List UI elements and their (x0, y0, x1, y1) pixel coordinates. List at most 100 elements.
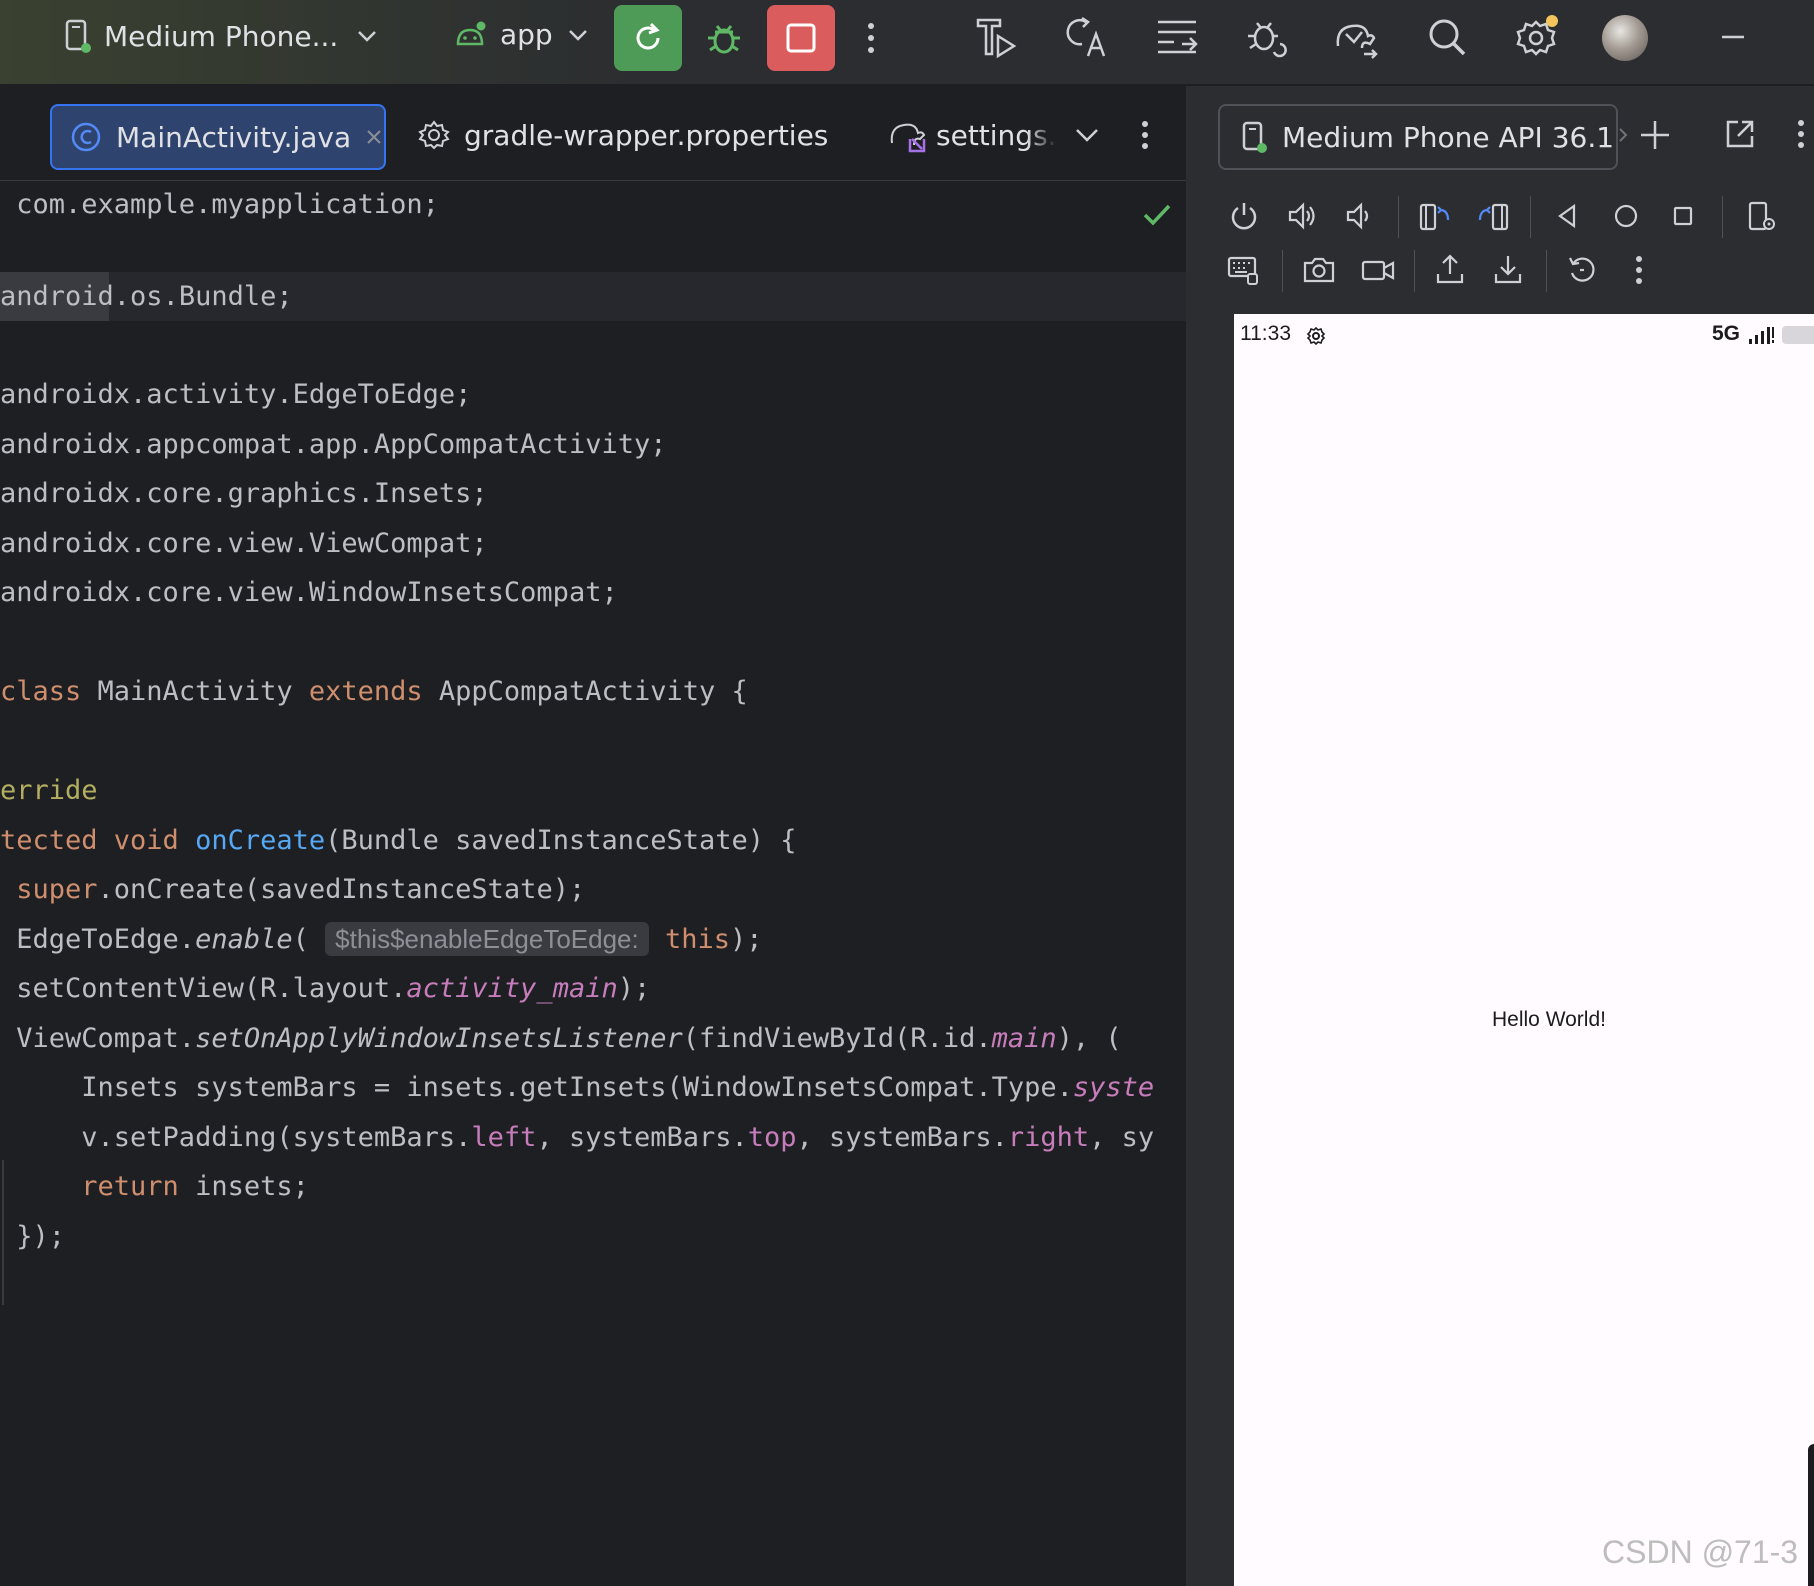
device-selector[interactable]: Medium Phone... (62, 18, 378, 54)
back-icon (1554, 202, 1580, 230)
search-button[interactable] (1426, 16, 1468, 58)
code-method: onCreate (195, 825, 326, 856)
screenshot-button[interactable] (1302, 254, 1336, 290)
code-keyword: class (0, 676, 82, 707)
debug-button[interactable] (704, 18, 744, 58)
volume-up-button[interactable] (1286, 200, 1318, 236)
layout-inspector-button[interactable] (1154, 14, 1200, 60)
run-config-label: app (500, 18, 553, 51)
home-button[interactable] (1612, 202, 1640, 234)
volume-down-button[interactable] (1344, 200, 1376, 236)
minimize-button[interactable] (1720, 24, 1746, 50)
rerun-button[interactable] (614, 5, 682, 71)
more-vert-icon (1796, 118, 1806, 150)
virtual-keyboard-button[interactable] (1226, 254, 1260, 290)
layout-icon (1154, 14, 1200, 60)
code-text: EdgeToEdge. (0, 924, 196, 955)
gear-icon (418, 119, 450, 151)
more-vert-icon (1140, 119, 1150, 151)
editor-more-button[interactable] (1140, 104, 1150, 166)
code-text: ), ( (1056, 1023, 1122, 1054)
tab-settings[interactable]: settings. (888, 104, 1057, 166)
power-button[interactable] (1228, 200, 1260, 236)
lambda-guide (2, 1160, 4, 1305)
code-line: v.setPadding(systemBars.left, systemBars… (0, 1113, 1154, 1162)
more-vert-icon (1634, 254, 1644, 286)
device-settings-icon (1746, 200, 1778, 234)
hello-world-text: Hello World! (1492, 1008, 1606, 1031)
camera-icon (1302, 254, 1336, 286)
close-icon[interactable] (365, 128, 383, 146)
upload-button[interactable] (1434, 252, 1466, 290)
rotate-right-icon (1476, 200, 1510, 232)
code-line: ViewCompat.setOnApplyWindowInsetsListene… (0, 1014, 1122, 1063)
profile-run-icon (974, 14, 1020, 60)
device-selector-label: Medium Phone... (104, 19, 339, 53)
gradle-elephant-icon (888, 117, 928, 153)
tab-overflow-arrow[interactable] (1618, 126, 1628, 144)
avatar[interactable] (1602, 15, 1648, 61)
volume-up-icon (1286, 200, 1318, 232)
code-keyword: tected void (0, 825, 196, 856)
rotate-left-icon (1418, 200, 1452, 232)
tab-main-activity[interactable]: MainActivity.java (50, 104, 386, 170)
code-line: android.os.Bundle; (0, 272, 293, 321)
code-field: activity_main (406, 973, 618, 1004)
code-line: erride (0, 766, 98, 815)
settings-button[interactable] (1514, 14, 1560, 60)
stop-button[interactable] (767, 5, 835, 71)
run-config-selector[interactable]: app (454, 18, 589, 51)
phone-frame-edge (1808, 1444, 1814, 1586)
upload-icon (1434, 252, 1466, 286)
status-time: 11:33 (1240, 322, 1291, 346)
download-button[interactable] (1492, 252, 1524, 290)
code-text: (Bundle savedInstanceState) { (325, 825, 797, 856)
watermark: CSDN @71-3 (1602, 1534, 1799, 1570)
overview-button[interactable] (1670, 202, 1696, 234)
minimize-icon (1720, 24, 1746, 50)
chevron-down-icon (356, 29, 378, 43)
code-editor: MainActivity.java gradle-wrapper.propert… (0, 86, 1186, 1586)
main-toolbar: Medium Phone... app (0, 0, 1814, 85)
code-field: main (991, 1023, 1057, 1054)
gradle-sync-button[interactable] (1332, 14, 1380, 60)
tab-gradle-wrapper[interactable]: gradle-wrapper.properties (418, 104, 828, 166)
back-button[interactable] (1554, 202, 1580, 234)
code-text: AppCompatActivity { (422, 676, 748, 707)
add-device-button[interactable] (1638, 118, 1672, 152)
code-line: super.onCreate(savedInstanceState); (0, 865, 585, 914)
running-devices-panel: Medium Phone API 36.1 11:33 5G Hello Wor… (1198, 86, 1814, 1586)
translate-button[interactable] (1064, 14, 1110, 60)
code-field: right (1007, 1122, 1090, 1153)
elephant-sync-icon (1332, 14, 1380, 60)
tab-label: settings. (936, 118, 1057, 152)
panel-divider[interactable] (1186, 86, 1198, 1586)
rotate-right-button[interactable] (1476, 200, 1510, 236)
tab-overflow-button[interactable] (1074, 104, 1100, 166)
device-settings-button[interactable] (1746, 200, 1778, 238)
external-window-icon (1724, 118, 1756, 150)
snapshot-restore-button[interactable] (1566, 254, 1598, 290)
emulator-controls (1198, 192, 1814, 302)
device-screen[interactable]: 11:33 5G Hello World! (1234, 314, 1814, 1586)
code-text: androidx.activity.EdgeToEdge; (0, 379, 472, 410)
chevron-down-icon (567, 28, 589, 42)
code-text: , sy (1089, 1122, 1155, 1153)
emulator-more-button[interactable] (1634, 254, 1644, 290)
more-actions-button[interactable] (866, 20, 876, 56)
code-text: .onCreate(savedInstanceState); (97, 874, 586, 905)
undo-icon (1566, 254, 1598, 286)
code-keyword: this (665, 924, 731, 955)
code-line: setContentView(R.layout.activity_main); (0, 964, 650, 1013)
bug-sync-button[interactable] (1244, 14, 1290, 60)
separator (1546, 250, 1547, 292)
more-vert-icon (866, 20, 876, 56)
panel-more-button[interactable] (1796, 118, 1806, 150)
detach-window-button[interactable] (1724, 118, 1756, 150)
rotate-left-button[interactable] (1418, 200, 1452, 236)
device-tab[interactable]: Medium Phone API 36.1 (1218, 104, 1618, 170)
code-line: androidx.core.view.WindowInsetsCompat; (0, 568, 618, 617)
screen-record-button[interactable] (1360, 254, 1396, 290)
profile-run-button[interactable] (974, 14, 1020, 60)
